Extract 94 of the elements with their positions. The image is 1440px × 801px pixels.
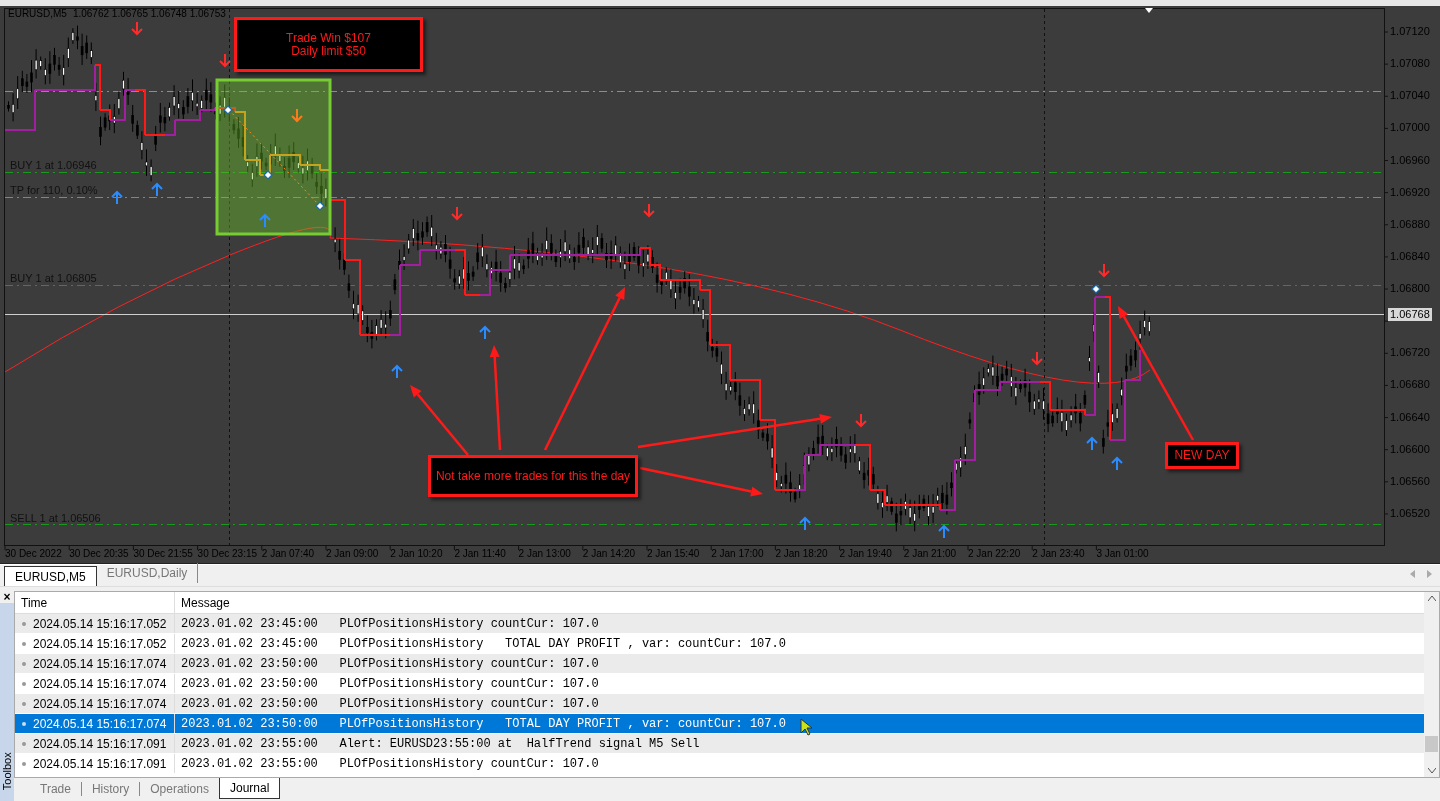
log-time: 2024.05.14 15:16:17.074 (33, 715, 167, 733)
scroll-right-icon[interactable] (1427, 570, 1432, 578)
bullet-icon (22, 661, 26, 666)
column-header[interactable]: Time (15, 592, 175, 613)
price-label: 1.06560 (1390, 475, 1430, 487)
note-text: Trade Win $107 (286, 31, 371, 45)
scroll-left-icon[interactable] (1410, 570, 1415, 578)
time-label: 2 Jan 18:20 (775, 549, 828, 559)
up-arrow-icon (938, 524, 950, 539)
ohlc-values: 1.06762 1.06765 1.06748 1.06753 (72, 9, 226, 19)
up-arrow-icon (479, 325, 491, 340)
bullet-icon (22, 721, 26, 726)
shift-marker-icon (1145, 8, 1153, 13)
log-message: 2023.01.02 23:45:00 PLOfPositionsHistory countCur: 107.0 (181, 615, 599, 633)
trade-marker-icon (315, 201, 325, 211)
bullet-icon (22, 741, 26, 746)
log-row[interactable]: 2024.05.14 15:16:17.074 2023.01.02 23:50:00 PLOfPositionsHistory TOTAL DAY PROFIT , var: countCur: 107.0 (15, 714, 1424, 734)
price-label: 1.07080 (1390, 58, 1430, 70)
down-arrow-icon (855, 413, 867, 428)
time-label: 2 Jan 11:40 (454, 549, 506, 559)
down-arrow-icon (451, 206, 463, 221)
down-arrow-icon (643, 203, 655, 218)
toolbox-tab[interactable]: Operations (140, 782, 219, 796)
up-arrow-icon (1111, 456, 1123, 471)
price-label: 1.06520 (1390, 507, 1430, 519)
log-message: 2023.01.02 23:50:00 PLOfPositionsHistory countCur: 107.0 (181, 695, 599, 713)
down-arrow-icon (131, 21, 143, 36)
log-message: 2023.01.02 23:50:00 PLOfPositionsHistory countCur: 107.0 (181, 675, 599, 693)
chart-tab[interactable]: EURUSD,M5 (4, 566, 97, 586)
scrollbar[interactable] (1424, 592, 1439, 777)
mouse-cursor-icon (800, 718, 814, 736)
price-label: 1.06880 (1390, 218, 1430, 230)
toolbox-title: Toolbox (0, 751, 14, 790)
bullet-icon (22, 641, 26, 646)
price-label: 1.06800 (1390, 283, 1430, 295)
down-arrow-icon (1031, 351, 1043, 366)
trade-marker-icon (1091, 284, 1101, 294)
down-arrow-icon (219, 53, 231, 68)
price-label: 1.06960 (1390, 154, 1430, 166)
price-label: 1.07120 (1390, 26, 1430, 37)
up-arrow-icon (391, 364, 403, 379)
log-time: 2024.05.14 15:16:17.091 (33, 755, 167, 773)
scroll-down-icon[interactable] (1427, 768, 1436, 773)
price-label: 1.06640 (1390, 411, 1430, 423)
up-arrow-icon (259, 213, 271, 228)
log-message: 2023.01.02 23:50:00 PLOfPositionsHistory TOTAL DAY PROFIT , var: countCur: 107.0 (181, 715, 786, 733)
up-arrow-icon (151, 182, 163, 197)
log-row[interactable]: 2024.05.14 15:16:17.091 2023.01.02 23:55:00 Alert: EURUSD23:55:00 at HalfTrend signal M5 Sell (15, 734, 1424, 754)
log-row[interactable]: 2024.05.14 15:16:17.074 2023.01.02 23:50:00 PLOfPositionsHistory countCur: 107.0 (15, 654, 1424, 674)
log-message: 2023.01.02 23:50:00 PLOfPositionsHistory countCur: 107.0 (181, 655, 599, 673)
log-time: 2024.05.14 15:16:17.074 (33, 695, 167, 713)
toolbox-tab[interactable]: Trade (30, 782, 82, 796)
time-label: 30 Dec 2022 (5, 549, 62, 559)
bullet-icon (22, 681, 26, 686)
up-arrow-icon (799, 516, 811, 531)
scroll-up-icon[interactable] (1427, 596, 1436, 601)
log-time: 2024.05.14 15:16:17.074 (33, 655, 167, 673)
up-arrow-icon (1086, 436, 1098, 451)
price-label: 1.06840 (1390, 250, 1430, 262)
price-label: 1.06920 (1390, 186, 1430, 198)
down-arrow-icon (1098, 263, 1110, 278)
log-time: 2024.05.14 15:16:17.052 (33, 635, 167, 653)
log-time: 2024.05.14 15:16:17.052 (33, 615, 167, 633)
down-arrow-icon (291, 108, 303, 123)
price-label: 1.06600 (1390, 443, 1430, 455)
log-message: 2023.01.02 23:55:00 PLOfPositionsHistory countCur: 107.0 (181, 755, 599, 773)
bullet-icon (22, 621, 26, 626)
chart-tab[interactable]: EURUSD,Daily (96, 563, 199, 583)
column-header[interactable]: Message (175, 592, 1424, 613)
time-label: 30 Dec 20:35 (69, 549, 129, 559)
price-label: 1.06720 (1390, 347, 1430, 359)
log-row[interactable]: 2024.05.14 15:16:17.052 2023.01.02 23:45:00 PLOfPositionsHistory countCur: 107.0 (15, 614, 1424, 634)
current-price-label: 1.06768 (1388, 308, 1432, 321)
log-time: 2024.05.14 15:16:17.091 (33, 735, 167, 753)
up-arrow-icon (111, 190, 123, 205)
log-time: 2024.05.14 15:16:17.074 (33, 675, 167, 693)
price-label: 1.07000 (1390, 122, 1430, 134)
log-row[interactable]: 2024.05.14 15:16:17.074 2023.01.02 23:50:00 PLOfPositionsHistory countCur: 107.0 (15, 694, 1424, 714)
toolbox-tab[interactable]: Journal (218, 778, 281, 799)
trade-marker-icon (263, 170, 273, 180)
note-text: NEW DAY (1174, 449, 1230, 462)
note-text: Daily limit $50 (291, 44, 366, 58)
log-message: 2023.01.02 23:55:00 Alert: EURUSD23:55:00 at HalfTrend signal M5 Sell (181, 735, 700, 753)
symbol-label: EURUSD,M5 (8, 9, 67, 19)
bullet-icon (22, 761, 26, 766)
note-text: Not take more trades for this the day (435, 469, 631, 483)
price-label: 1.06680 (1390, 379, 1430, 391)
bullet-icon (22, 701, 26, 706)
log-message: 2023.01.02 23:45:00 PLOfPositionsHistory TOTAL DAY PROFIT , var: countCur: 107.0 (181, 635, 786, 653)
toolbox-tab[interactable]: History (81, 782, 141, 796)
time-label: 30 Dec 21:55 (133, 549, 193, 559)
price-label: 1.07040 (1390, 90, 1430, 102)
close-button[interactable]: × (0, 591, 14, 603)
scrollbar-thumb[interactable] (1425, 736, 1438, 752)
